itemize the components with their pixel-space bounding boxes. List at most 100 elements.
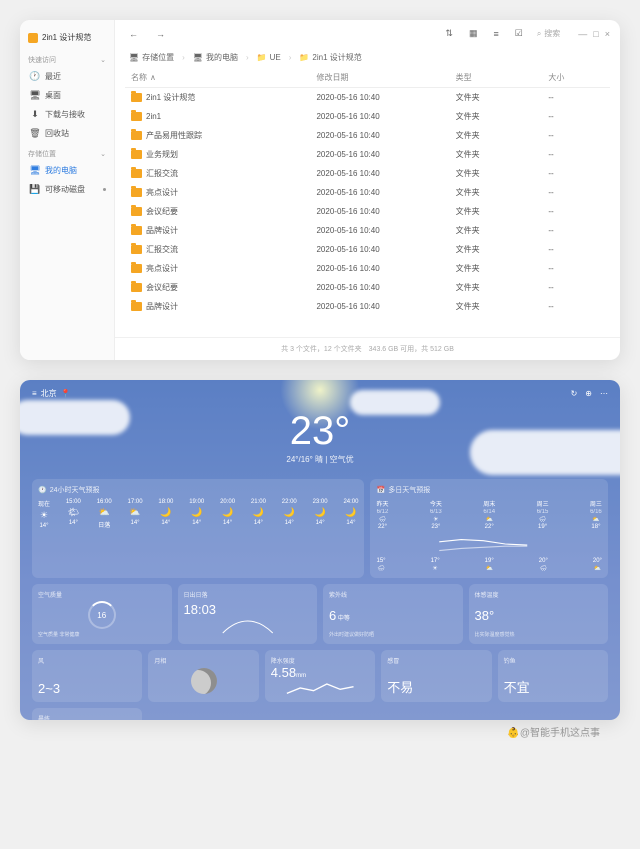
moon-card[interactable]: 月相 bbox=[148, 650, 258, 702]
bc-icon: 🖥 bbox=[129, 53, 139, 62]
grid-view-button[interactable]: ▦ bbox=[465, 26, 482, 41]
daily-item[interactable]: 昨天6/12🌧22° bbox=[376, 499, 388, 530]
hourly-item[interactable]: 20:00🌙14° bbox=[220, 499, 235, 529]
folder-icon bbox=[131, 207, 142, 216]
hourly-item[interactable]: 现在☀14° bbox=[38, 499, 50, 529]
hourly-item[interactable]: 23:00🌙14° bbox=[313, 499, 328, 529]
maximize-button[interactable]: □ bbox=[593, 29, 598, 39]
weather-icon: ⛅ bbox=[485, 565, 492, 572]
item-icon: 🖥 bbox=[30, 91, 40, 101]
table-row[interactable]: 会议纪要2020-05-16 10:40文件夹-- bbox=[125, 202, 610, 221]
hourly-item[interactable]: 15:00🌤14° bbox=[66, 499, 81, 529]
location-label[interactable]: 北京 bbox=[41, 388, 57, 399]
add-icon[interactable]: ⊕ bbox=[585, 389, 592, 398]
col-name[interactable]: 名称 ∧ bbox=[131, 72, 316, 83]
sidebar-item[interactable]: 🖥我的电脑 bbox=[20, 161, 114, 180]
hourly-item[interactable]: 18:00🌙14° bbox=[158, 499, 173, 529]
minimize-button[interactable]: — bbox=[578, 29, 587, 39]
sidebar-group-quick[interactable]: 快速访问⌄ bbox=[20, 53, 114, 67]
sidebar-item[interactable]: 🗑回收站 bbox=[20, 124, 114, 143]
folder-icon bbox=[131, 131, 142, 140]
table-row[interactable]: 品牌设计2020-05-16 10:40文件夹-- bbox=[125, 297, 610, 316]
breadcrumb: 🖥存储位置›🖥我的电脑›📁UE›📁2in1 设计规范 bbox=[115, 47, 620, 68]
bc-icon: 📁 bbox=[299, 53, 309, 62]
wind-card[interactable]: 风2~3 bbox=[32, 650, 142, 702]
folder-icon bbox=[131, 188, 142, 197]
hero: 23° 24°/16° 晴 | 空气优 bbox=[32, 405, 608, 473]
back-button[interactable]: ← bbox=[125, 27, 142, 41]
bc-icon: 🖥 bbox=[193, 53, 203, 62]
hourly-item[interactable]: 19:00🌙14° bbox=[189, 499, 204, 529]
item-icon: 💾 bbox=[30, 185, 40, 195]
hourly-item[interactable]: 17:00⛅14° bbox=[128, 499, 143, 529]
weather-icon: 🌙 bbox=[191, 507, 202, 518]
sidebar-item[interactable]: ⬇下载与接收 bbox=[20, 105, 114, 124]
weather-icon: ☀ bbox=[433, 516, 438, 523]
weather-icon: ⛅ bbox=[99, 507, 110, 518]
table-row[interactable]: 2in12020-05-16 10:40文件夹-- bbox=[125, 107, 610, 126]
weather-icon: 🌙 bbox=[222, 507, 233, 518]
weather-icon: ⛅ bbox=[129, 507, 140, 518]
item-icon: 🕐 bbox=[30, 72, 40, 82]
hourly-item[interactable]: 21:00🌙14° bbox=[251, 499, 266, 529]
col-type[interactable]: 类型 bbox=[456, 72, 549, 83]
table-row[interactable]: 汇报交流2020-05-16 10:40文件夹-- bbox=[125, 240, 610, 259]
close-button[interactable]: × bbox=[605, 29, 610, 39]
sort-button[interactable]: ⇅ bbox=[441, 26, 457, 41]
search-input[interactable]: ⌕ 搜索 bbox=[537, 28, 560, 39]
chevron-down-icon: ⌄ bbox=[100, 56, 106, 64]
info-card[interactable]: 日出日落18:03 bbox=[178, 584, 318, 644]
table-row[interactable]: 亮点设计2020-05-16 10:40文件夹-- bbox=[125, 183, 610, 202]
daily-item[interactable]: 周三6/15🌧19° bbox=[537, 499, 549, 530]
table-row[interactable]: 亮点设计2020-05-16 10:40文件夹-- bbox=[125, 259, 610, 278]
life-index-card[interactable]: 感冒不易 bbox=[381, 650, 491, 702]
folder-icon bbox=[131, 169, 142, 178]
forward-button[interactable]: → bbox=[152, 27, 169, 41]
table-row[interactable]: 业务规划2020-05-16 10:40文件夹-- bbox=[125, 145, 610, 164]
folder-icon bbox=[131, 112, 142, 121]
sidebar-item[interactable]: 💾可移动磁盘 bbox=[20, 180, 114, 199]
breadcrumb-item[interactable]: 🖥存储位置 bbox=[125, 51, 178, 64]
col-size[interactable]: 大小 bbox=[548, 72, 604, 83]
weather-icon: 🌙 bbox=[314, 507, 325, 518]
daily-item[interactable]: 周三6/16⛅18° bbox=[590, 499, 602, 530]
breadcrumb-item[interactable]: 📁2in1 设计规范 bbox=[295, 51, 365, 64]
hourly-item[interactable]: 16:00⛅日落 bbox=[97, 499, 112, 529]
life-index-card[interactable]: 晨练适宜 bbox=[32, 708, 142, 720]
table-row[interactable]: 产品易用性跟踪2020-05-16 10:40文件夹-- bbox=[125, 126, 610, 145]
weather-icon: 🌙 bbox=[284, 507, 295, 518]
table-row[interactable]: 会议纪要2020-05-16 10:40文件夹-- bbox=[125, 278, 610, 297]
breadcrumb-item[interactable]: 🖥我的电脑 bbox=[189, 51, 242, 64]
list-view-button[interactable]: ≡ bbox=[489, 27, 502, 41]
daily-item[interactable]: 周末6/14⛅22° bbox=[483, 499, 495, 530]
sidebar-item[interactable]: 🖥桌面 bbox=[20, 86, 114, 105]
aqi-gauge: 16 bbox=[88, 601, 116, 629]
info-card[interactable]: 紫外线6 中等外出时建议做好防晒 bbox=[323, 584, 463, 644]
current-summary: 24°/16° 晴 | 空气优 bbox=[32, 454, 608, 465]
daily-item[interactable]: 今天6/13☀23° bbox=[430, 499, 442, 530]
hourly-item[interactable]: 22:00🌙14° bbox=[282, 499, 297, 529]
more-icon[interactable]: ⋯ bbox=[600, 389, 608, 398]
calendar-icon: 📅 bbox=[376, 486, 385, 494]
sidebar: 2in1 设计规范 快速访问⌄ 🕐最近🖥桌面⬇下载与接收🗑回收站 存储位置⌄ 🖥… bbox=[20, 20, 115, 360]
info-card[interactable]: 体感温度38°比实际温度感觉热 bbox=[469, 584, 609, 644]
table-row[interactable]: 汇报交流2020-05-16 10:40文件夹-- bbox=[125, 164, 610, 183]
table-row[interactable]: 品牌设计2020-05-16 10:40文件夹-- bbox=[125, 221, 610, 240]
precip-card[interactable]: 降水强度4.58mm bbox=[265, 650, 375, 702]
menu-icon[interactable]: ≡ bbox=[32, 389, 37, 398]
hourly-item[interactable]: 24:00🌙14° bbox=[343, 499, 358, 529]
breadcrumb-item[interactable]: 📁UE bbox=[253, 52, 285, 63]
sort-asc-icon: ∧ bbox=[150, 73, 156, 82]
sidebar-group-storage[interactable]: 存储位置⌄ bbox=[20, 147, 114, 161]
info-card[interactable]: 空气质量16空气质量 非常健康 bbox=[32, 584, 172, 644]
col-date[interactable]: 修改日期 bbox=[316, 72, 455, 83]
refresh-icon[interactable]: ↻ bbox=[571, 389, 578, 398]
weather-icon: 🌤 bbox=[68, 507, 79, 518]
weather-icon: ⛅ bbox=[594, 565, 601, 572]
file-manager-window: 2in1 设计规范 快速访问⌄ 🕐最近🖥桌面⬇下载与接收🗑回收站 存储位置⌄ 🖥… bbox=[20, 20, 620, 360]
check-button[interactable]: ☑ bbox=[511, 26, 527, 41]
life-index-card[interactable]: 钓鱼不宜 bbox=[498, 650, 608, 702]
table-row[interactable]: 2in1 设计规范2020-05-16 10:40文件夹-- bbox=[125, 88, 610, 107]
bc-icon: 📁 bbox=[257, 53, 267, 62]
sidebar-item[interactable]: 🕐最近 bbox=[20, 67, 114, 86]
